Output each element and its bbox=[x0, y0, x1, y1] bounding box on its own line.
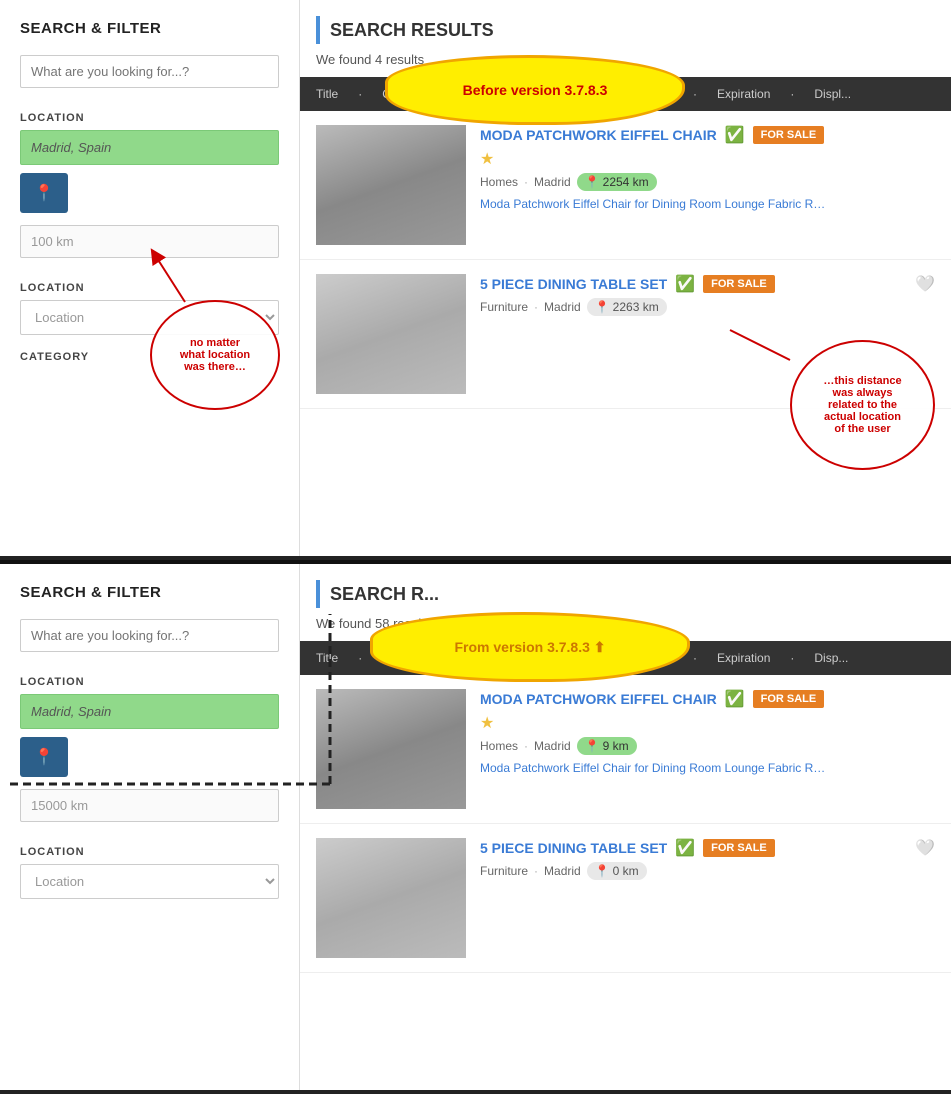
location-select-bottom[interactable]: Location bbox=[20, 864, 279, 899]
pin-icon-bottom: 📍 bbox=[34, 749, 54, 766]
item-card-top-1: MODA PATCHWORK EIFFEL CHAIR ✅ FOR SALE ★… bbox=[300, 111, 951, 260]
star-icon-top-1[interactable]: ★ bbox=[480, 151, 494, 168]
results-heading-top: SEARCH RESULTS bbox=[330, 20, 494, 41]
item-image-top-2 bbox=[316, 274, 466, 394]
item-details-top-1: MODA PATCHWORK EIFFEL CHAIR ✅ FOR SALE ★… bbox=[480, 125, 935, 245]
pin-icon-top: 📍 bbox=[34, 185, 54, 202]
item-details-bottom-2: 5 PIECE DINING TABLE SET ✅ FOR SALE 🤍 Fu… bbox=[480, 838, 935, 958]
sidebar-top: SEARCH & FILTER LOCATION Madrid, Spain 📍… bbox=[0, 0, 300, 556]
verified-icon-bottom-2: ✅ bbox=[675, 838, 695, 858]
for-sale-badge-top-1: FOR SALE bbox=[753, 126, 825, 144]
item-card-bottom-1: MODA PATCHWORK EIFFEL CHAIR ✅ FOR SALE ★… bbox=[300, 675, 951, 824]
results-title-bottom: SEARCH R... bbox=[300, 580, 951, 616]
verified-icon-bottom-1: ✅ bbox=[725, 689, 745, 709]
sidebar-bottom: SEARCH & FILTER LOCATION Madrid, Spain 📍… bbox=[0, 564, 300, 1090]
item-card-bottom-2: 5 PIECE DINING TABLE SET ✅ FOR SALE 🤍 Fu… bbox=[300, 824, 951, 973]
location-label-bottom: LOCATION bbox=[20, 676, 279, 688]
item-title-bottom-2[interactable]: 5 PIECE DINING TABLE SET bbox=[480, 840, 667, 856]
location-value-top: Madrid, Spain bbox=[20, 130, 279, 165]
item-image-top-1 bbox=[316, 125, 466, 245]
item-category-top-1: Homes bbox=[480, 175, 518, 189]
pin-button-top[interactable]: 📍 bbox=[20, 173, 68, 213]
results-count-bottom: We found 58 results bbox=[300, 616, 951, 641]
item-card-top-2: 5 PIECE DINING TABLE SET ✅ FOR SALE 🤍 Fu… bbox=[300, 260, 951, 409]
search-input-bottom[interactable] bbox=[20, 619, 279, 652]
item-tags-bottom-1: Moda Patchwork Eiffel Chair for Dining R… bbox=[480, 761, 830, 775]
item-tags-top-1: Moda Patchwork Eiffel Chair for Dining R… bbox=[480, 197, 830, 211]
table-header-bottom: Title · Category · Location · Price · Ad… bbox=[300, 641, 951, 675]
heart-icon-bottom-2[interactable]: 🤍 bbox=[915, 838, 935, 858]
table-header-top: Title · Category · Location · Price · Ad… bbox=[300, 77, 951, 111]
location-value-bottom: Madrid, Spain bbox=[20, 694, 279, 729]
sidebar-title-top: SEARCH & FILTER bbox=[20, 20, 279, 37]
results-title-top: SEARCH RESULTS bbox=[300, 16, 951, 52]
category-label-top: CATEGORY bbox=[20, 351, 279, 363]
item-meta-top-2: Furniture · Madrid 📍 2263 km bbox=[480, 298, 935, 316]
verified-icon-top-2: ✅ bbox=[675, 274, 695, 294]
item-image-bottom-1 bbox=[316, 689, 466, 809]
item-image-bottom-2 bbox=[316, 838, 466, 958]
for-sale-badge-bottom-1: FOR SALE bbox=[753, 690, 825, 708]
sidebar-title-bottom: SEARCH & FILTER bbox=[20, 584, 279, 601]
item-details-bottom-1: MODA PATCHWORK EIFFEL CHAIR ✅ FOR SALE ★… bbox=[480, 689, 935, 809]
verified-icon-top-1: ✅ bbox=[725, 125, 745, 145]
main-bottom: SEARCH R... We found 58 results Title · … bbox=[300, 564, 951, 1090]
item-location-top-1: Madrid bbox=[534, 175, 571, 189]
location-select-top[interactable]: Location bbox=[20, 300, 279, 335]
distance-badge-bottom-1: 📍 9 km bbox=[577, 737, 637, 755]
item-title-bottom-1[interactable]: MODA PATCHWORK EIFFEL CHAIR bbox=[480, 691, 717, 707]
results-heading-bottom: SEARCH R... bbox=[330, 584, 439, 605]
location-label2-top: LOCATION bbox=[20, 282, 279, 294]
item-title-top-1[interactable]: MODA PATCHWORK EIFFEL CHAIR bbox=[480, 127, 717, 143]
for-sale-badge-top-2: FOR SALE bbox=[703, 275, 775, 293]
results-count-top: We found 4 results bbox=[300, 52, 951, 77]
item-details-top-2: 5 PIECE DINING TABLE SET ✅ FOR SALE 🤍 Fu… bbox=[480, 274, 935, 394]
distance-badge-top-1: 📍 2254 km bbox=[577, 173, 657, 191]
item-meta-bottom-1: Homes · Madrid 📍 9 km bbox=[480, 737, 935, 755]
distance-badge-top-2: 📍 2263 km bbox=[587, 298, 667, 316]
star-icon-bottom-1[interactable]: ★ bbox=[480, 715, 494, 732]
main-top: SEARCH RESULTS We found 4 results Title … bbox=[300, 0, 951, 556]
item-location-bottom-1: Madrid bbox=[534, 739, 571, 753]
location-label2-bottom: LOCATION bbox=[20, 846, 279, 858]
for-sale-badge-bottom-2: FOR SALE bbox=[703, 839, 775, 857]
heart-icon-top-2[interactable]: 🤍 bbox=[915, 274, 935, 294]
blue-bar-bottom bbox=[316, 580, 320, 608]
item-location-top-2: Madrid bbox=[544, 300, 581, 314]
item-title-top-2[interactable]: 5 PIECE DINING TABLE SET bbox=[480, 276, 667, 292]
blue-bar-top bbox=[316, 16, 320, 44]
pin-button-bottom[interactable]: 📍 bbox=[20, 737, 68, 777]
item-meta-bottom-2: Furniture · Madrid 📍 0 km bbox=[480, 862, 935, 880]
km-input-top[interactable] bbox=[20, 225, 279, 258]
search-input-top[interactable] bbox=[20, 55, 279, 88]
item-category-bottom-1: Homes bbox=[480, 739, 518, 753]
location-label-top: LOCATION bbox=[20, 112, 279, 124]
item-meta-top-1: Homes · Madrid 📍 2254 km bbox=[480, 173, 935, 191]
km-input-bottom[interactable] bbox=[20, 789, 279, 822]
item-category-bottom-2: Furniture bbox=[480, 864, 528, 878]
item-category-top-2: Furniture bbox=[480, 300, 528, 314]
distance-badge-bottom-2: 📍 0 km bbox=[587, 862, 647, 880]
item-location-bottom-2: Madrid bbox=[544, 864, 581, 878]
